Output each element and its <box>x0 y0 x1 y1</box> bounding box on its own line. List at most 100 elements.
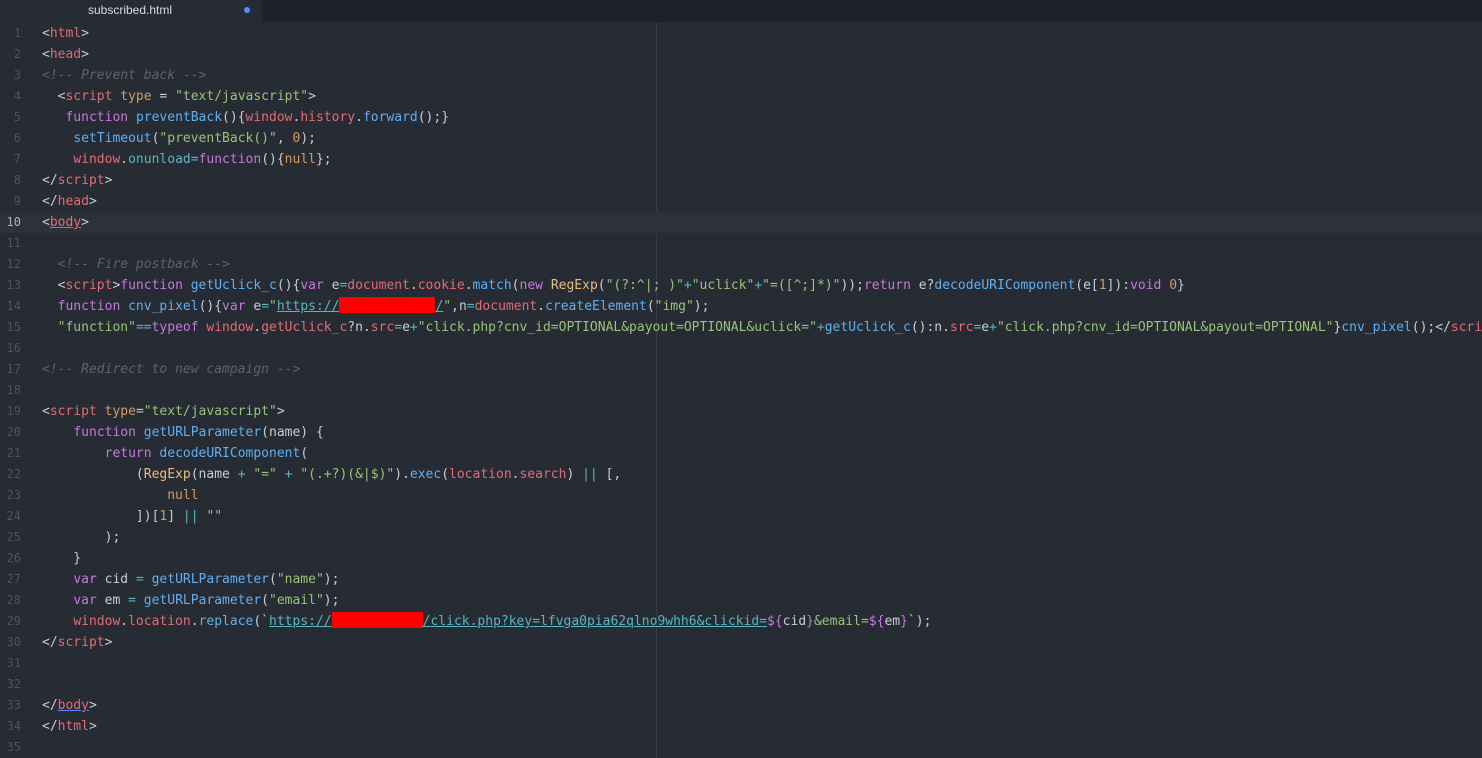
line-number: 22 <box>6 467 21 481</box>
code-line[interactable]: 12 <!-- Fire postback --> <box>0 254 1482 275</box>
code-line[interactable]: 6 setTimeout("preventBack()", 0); <box>0 128 1482 149</box>
code-line[interactable]: 31 <box>0 653 1482 674</box>
line-code: var cid = getURLParameter("name"); <box>42 569 339 590</box>
code-line[interactable]: 5 function preventBack(){window.history.… <box>0 107 1482 128</box>
code-token: ] <box>167 509 183 524</box>
code-line[interactable]: 34 </html> <box>0 716 1482 737</box>
code-editor[interactable]: 1 <html> 2 <head> 3 <!-- Prevent back --> 4 <s… <box>0 22 1482 758</box>
code-token: "(?:^|; )" <box>605 278 684 293</box>
code-line[interactable]: 24 ])[1] || "" <box>0 506 1482 527</box>
code-line[interactable]: 29 window.location.replace(`https:///cli… <box>0 611 1482 632</box>
code-line[interactable]: 2 <head> <box>0 44 1482 65</box>
code-line[interactable]: 13 <script>function getUclick_c(){var e=… <box>0 275 1482 296</box>
code-line[interactable]: 27 var cid = getURLParameter("name"); <box>0 569 1482 590</box>
code-token: "=([^;]*)" <box>762 278 841 293</box>
code-line[interactable]: 28 var em = getURLParameter("email"); <box>0 590 1482 611</box>
redaction-block <box>339 297 436 313</box>
code-line[interactable]: 16 <box>0 338 1482 359</box>
code-line[interactable]: 15 "function"==typeof window.getUclick_c… <box>0 317 1482 338</box>
code-line[interactable]: 18 <box>0 380 1482 401</box>
code-token: ${ <box>868 614 885 629</box>
code-line[interactable]: 3 <!-- Prevent back --> <box>0 65 1482 86</box>
line-code: <head> <box>42 44 89 65</box>
line-number: 20 <box>6 425 21 439</box>
code-token: "(.+?)(&|$)" <box>300 467 395 482</box>
code-token: onunload <box>128 152 191 167</box>
code-token: getUclick_c <box>190 278 277 293</box>
code-token: em <box>884 614 901 629</box>
code-token: `); <box>907 614 932 629</box>
code-token: null <box>167 488 199 503</box>
code-token: cnv_pixel <box>128 299 199 314</box>
code-token: (name) { <box>261 425 324 440</box>
code-token: } <box>1177 278 1185 293</box>
code-line[interactable]: 20 function getURLParameter(name) { <box>0 422 1482 443</box>
code-line[interactable]: 21 return decodeURIComponent( <box>0 443 1482 464</box>
line-code: null <box>42 485 199 506</box>
code-line[interactable]: 23 null <box>0 485 1482 506</box>
code-line[interactable]: 11 <box>0 233 1482 254</box>
line-code: ); <box>42 527 121 548</box>
code-token: ); <box>323 593 340 608</box>
code-line[interactable]: 25 ); <box>0 527 1482 548</box>
line-number: 13 <box>6 278 21 292</box>
code-token: ( <box>597 278 606 293</box>
line-code: function cnv_pixel(){var e="https:///",n… <box>42 296 709 317</box>
code-token: getURLParameter <box>143 593 262 608</box>
code-line[interactable]: 32 <box>0 674 1482 695</box>
line-code: function preventBack(){window.history.fo… <box>42 107 449 128</box>
line-code: <body> <box>42 212 89 233</box>
code-token: RegExp <box>143 467 191 482</box>
line-code: "function"==typeof window.getUclick_c?n.… <box>42 317 1482 338</box>
code-token: e <box>402 320 410 335</box>
code-token: ( <box>511 278 520 293</box>
code-token: . <box>409 278 418 293</box>
code-line[interactable]: 17 <!-- Redirect to new campaign --> <box>0 359 1482 380</box>
code-line[interactable]: 22 (RegExp(name + "=" + "(.+?)(&|$)").ex… <box>0 464 1482 485</box>
line-code: </body> <box>42 695 97 716</box>
line-code: </html> <box>42 716 97 737</box>
code-line[interactable]: 10 <body> <box>0 212 1482 233</box>
code-line[interactable]: 8 </script> <box>0 170 1482 191</box>
code-line[interactable]: 30 </script> <box>0 632 1482 653</box>
code-line[interactable]: 14 function cnv_pixel(){var e="https:///… <box>0 296 1482 317</box>
line-number: 27 <box>6 572 21 586</box>
modified-indicator-icon[interactable] <box>244 7 250 13</box>
code-token: } <box>806 614 814 629</box>
code-token: ( <box>300 446 309 461</box>
code-line[interactable]: 19 <script type="text/javascript"> <box>0 401 1482 422</box>
code-token: "click.php?cnv_id=OPTIONAL&payout=OPTION… <box>996 320 1334 335</box>
line-number: 28 <box>6 593 21 607</box>
code-token: /click.php?key=lfvga0pia62qlno9whh6&clic… <box>422 614 768 629</box>
code-token: ). <box>394 467 410 482</box>
code-token: (); <box>1411 320 1436 335</box>
line-code: var em = getURLParameter("email"); <box>42 590 339 611</box>
line-code: </script> <box>42 170 112 191</box>
code-token: window <box>73 152 121 167</box>
code-token: ); <box>323 572 340 587</box>
code-line[interactable]: 26 } <box>0 548 1482 569</box>
code-token: || <box>582 467 598 482</box>
code-line[interactable]: 1 <html> <box>0 23 1482 44</box>
code-token: head <box>49 47 82 62</box>
code-token: cnv_pixel <box>1341 320 1412 335</box>
line-number: 3 <box>13 68 21 82</box>
code-token: . <box>537 299 546 314</box>
code-token: return <box>104 446 152 461</box>
code-token: </ <box>1435 320 1451 335</box>
tab-subscribed-html[interactable]: subscribed.html <box>0 0 262 22</box>
code-line[interactable]: 35 <box>0 737 1482 758</box>
code-line[interactable]: 33 </body> <box>0 695 1482 716</box>
code-line[interactable]: 4 <script type = "text/javascript"> <box>0 86 1482 107</box>
code-line[interactable]: 9 </head> <box>0 191 1482 212</box>
line-number: 21 <box>6 446 21 460</box>
code-line[interactable]: 7 window.onunload=function(){null}; <box>0 149 1482 170</box>
code-token: </ <box>42 698 58 713</box>
